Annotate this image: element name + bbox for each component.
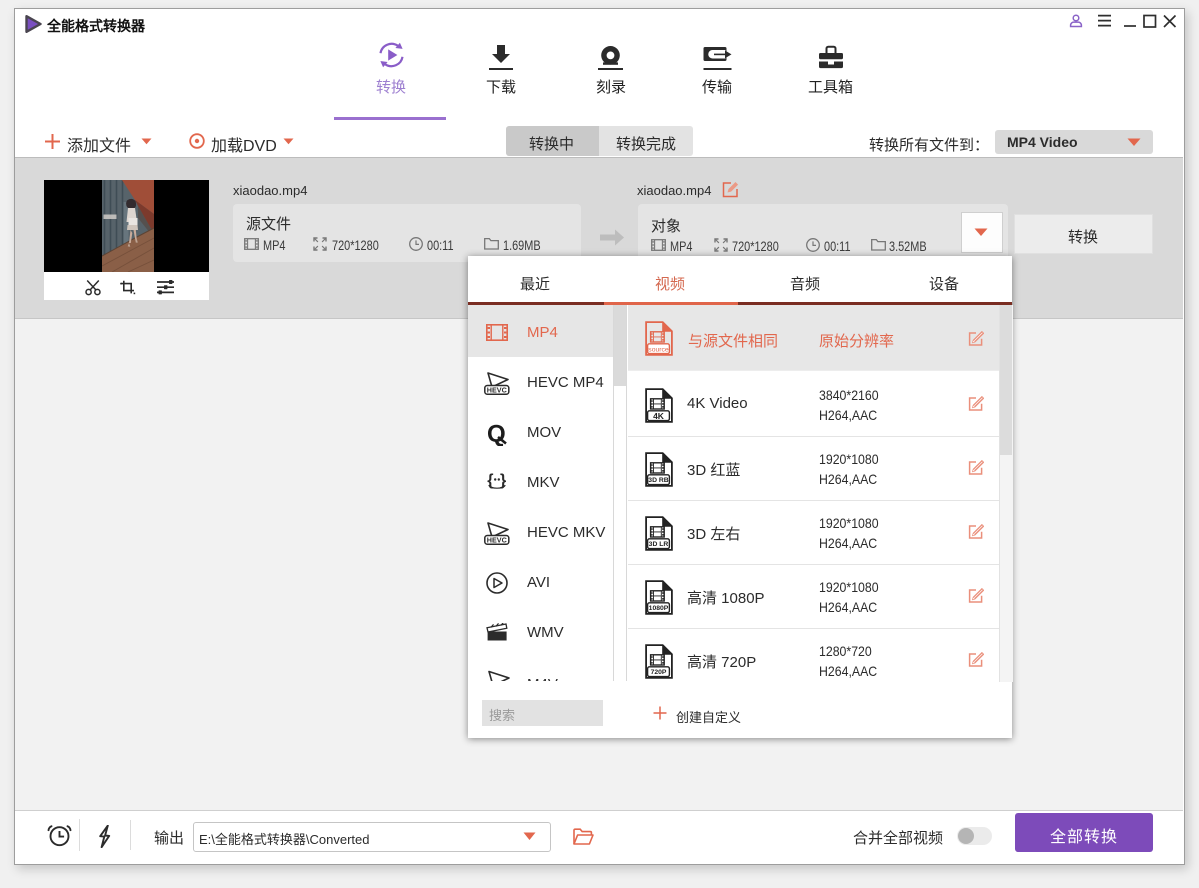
svg-text:HEVC: HEVC bbox=[487, 386, 507, 395]
svg-text:3D RB: 3D RB bbox=[648, 477, 668, 484]
svg-text:3D LR: 3D LR bbox=[649, 541, 669, 548]
svg-text:720P: 720P bbox=[651, 669, 667, 676]
svg-text:HEVC: HEVC bbox=[487, 536, 507, 545]
svg-text:4K: 4K bbox=[653, 411, 665, 421]
svg-text:1080P: 1080P bbox=[649, 605, 669, 612]
svg-text:source: source bbox=[648, 346, 669, 353]
